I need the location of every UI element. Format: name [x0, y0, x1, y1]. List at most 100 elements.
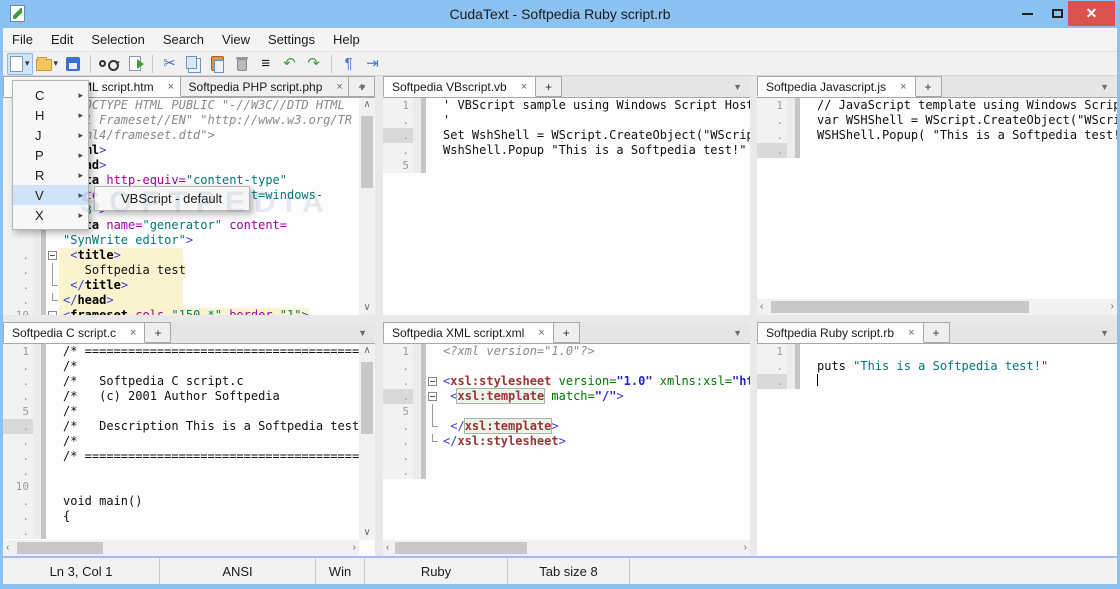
tab-menu-icon[interactable]: ▼: [733, 82, 742, 92]
scroll-right-icon[interactable]: ›: [353, 541, 356, 555]
submenu-arrow-icon: ▸: [78, 130, 83, 141]
code-row: 1' VBScript sample using Windows Script …: [383, 98, 750, 113]
status-cell-4[interactable]: Tab size 8: [508, 558, 630, 584]
hscroll-thumb[interactable]: [17, 542, 103, 554]
new-tab-button[interactable]: +: [145, 322, 171, 343]
scroll-right-icon[interactable]: ›: [744, 541, 747, 555]
scroll-left-icon[interactable]: ‹: [6, 541, 9, 555]
vscroll-thumb[interactable]: [361, 362, 373, 434]
undo-button[interactable]: ↶: [278, 53, 302, 75]
lexer-submenu-item[interactable]: VBScript - default: [94, 186, 250, 211]
code-line: [59, 524, 63, 539]
fold-box-icon[interactable]: [48, 251, 57, 260]
tab-bm[interactable]: Softpedia XML script.xml×: [383, 322, 554, 343]
lexer-menu-item-x[interactable]: X▸: [13, 205, 88, 225]
save-button[interactable]: [61, 53, 85, 75]
tab-tm[interactable]: Softpedia VBscript.vb×: [383, 76, 536, 97]
gutter-bookmark-column: [787, 128, 795, 143]
tab-menu-icon[interactable]: ▼: [358, 82, 367, 92]
new-tab-button[interactable]: +: [554, 322, 580, 343]
tab-bl[interactable]: Softpedia C script.c×: [3, 322, 145, 343]
tab-close-icon[interactable]: ×: [168, 81, 174, 93]
scroll-up-icon[interactable]: ∧: [363, 98, 370, 112]
tab-menu-icon[interactable]: ▼: [733, 328, 742, 338]
tab-br[interactable]: Softpedia Ruby script.rb×: [757, 322, 924, 343]
minimize-button[interactable]: [1012, 1, 1042, 26]
select-all-button[interactable]: ≡: [254, 53, 278, 75]
find-button[interactable]: ▾: [96, 53, 123, 75]
menu-item-edit[interactable]: Edit: [42, 28, 82, 51]
new-tab-button[interactable]: +: [916, 76, 942, 97]
editor-vbscript[interactable]: 1' VBScript sample using Windows Script …: [383, 98, 750, 315]
cut-button[interactable]: ✂: [158, 53, 182, 75]
lexer-menu-item-h[interactable]: H▸: [13, 105, 88, 125]
menu-item-file[interactable]: File: [3, 28, 42, 51]
menu-item-help[interactable]: Help: [324, 28, 369, 51]
open-file-button[interactable]: ▾: [33, 53, 62, 75]
lexer-menu-item-r[interactable]: R▸: [13, 165, 88, 185]
scroll-right-icon[interactable]: ›: [1111, 300, 1114, 314]
paste-button[interactable]: [206, 53, 230, 75]
tab-tr[interactable]: Softpedia Javascript.js×: [757, 76, 916, 97]
scroll-left-icon[interactable]: ‹: [386, 541, 389, 555]
menu-item-selection[interactable]: Selection: [82, 28, 153, 51]
tab-close-icon[interactable]: ×: [521, 81, 527, 93]
editor-javascript[interactable]: 1// JavaScript template using Windows Sc…: [757, 98, 1117, 299]
show-unprinted-button[interactable]: ¶: [337, 53, 361, 75]
horizontal-splitter[interactable]: [3, 315, 1117, 322]
hscrollbar-javascript[interactable]: ‹ ›: [757, 299, 1117, 315]
close-button[interactable]: ✕: [1068, 1, 1115, 26]
code-row: 5: [383, 158, 750, 173]
scroll-down-icon[interactable]: ∨: [363, 301, 370, 315]
menu-item-search[interactable]: Search: [154, 28, 213, 51]
maximize-button[interactable]: [1044, 1, 1070, 26]
status-cell-1[interactable]: ANSI: [160, 558, 316, 584]
lexer-menu-item-v[interactable]: V▸: [13, 185, 88, 205]
hscrollbar-c[interactable]: ‹ ›: [3, 540, 359, 556]
hscroll-thumb[interactable]: [771, 301, 1029, 313]
delete-button[interactable]: [230, 53, 254, 75]
gutter-line-number: .: [3, 248, 33, 263]
code-row: 5/*: [3, 404, 359, 419]
fold-box-icon[interactable]: [428, 392, 437, 401]
status-cell-0[interactable]: Ln 3, Col 1: [3, 558, 160, 584]
scroll-left-icon[interactable]: ‹: [760, 300, 763, 314]
tab-menu-icon[interactable]: ▼: [1100, 328, 1109, 338]
tab-menu-icon[interactable]: ▼: [358, 328, 367, 338]
lexer-menu-item-c[interactable]: C▸: [13, 85, 88, 105]
tab-close-icon[interactable]: ×: [900, 81, 906, 93]
hscrollbar-xml[interactable]: ‹ ›: [383, 540, 750, 556]
wrap-button[interactable]: ⇥: [361, 53, 385, 75]
hscroll-thumb[interactable]: [395, 542, 527, 554]
status-cell-3[interactable]: Ruby: [365, 558, 508, 584]
vscrollbar-html[interactable]: ∧ ∨: [359, 98, 375, 315]
lexer-menu-item-p[interactable]: P▸: [13, 145, 88, 165]
editor-ruby[interactable]: 1.puts "This is a Softpedia test!".: [757, 344, 1117, 556]
editor-c[interactable]: 1/* ====================================…: [3, 344, 359, 540]
tab-tl[interactable]: Softpedia PHP script.php×: [181, 76, 350, 97]
menu-item-settings[interactable]: Settings: [259, 28, 324, 51]
tab-close-icon[interactable]: ×: [130, 327, 136, 339]
new-tab-button[interactable]: +: [924, 322, 950, 343]
vscroll-thumb[interactable]: [361, 116, 373, 188]
gutter-bookmark-column: [33, 479, 41, 494]
menu-item-view[interactable]: View: [213, 28, 259, 51]
fold-box-icon[interactable]: [48, 311, 57, 315]
scroll-up-icon[interactable]: ∧: [363, 344, 370, 358]
status-cell-5[interactable]: [630, 558, 1117, 584]
lexer-menu-item-j[interactable]: J▸: [13, 125, 88, 145]
goto-file-button[interactable]: [123, 53, 147, 75]
status-cell-2[interactable]: Win: [316, 558, 365, 584]
tab-close-icon[interactable]: ×: [908, 327, 914, 339]
scroll-down-icon[interactable]: ∨: [363, 526, 370, 540]
editor-xml[interactable]: 1<?xml version="1.0"?>..<xsl:stylesheet …: [383, 344, 750, 540]
fold-box-icon[interactable]: [428, 377, 437, 386]
copy-button[interactable]: [182, 53, 206, 75]
tab-menu-icon[interactable]: ▼: [1100, 82, 1109, 92]
redo-button[interactable]: ↷: [302, 53, 326, 75]
vscrollbar-c[interactable]: ∧ ∨: [359, 344, 375, 540]
tab-close-icon[interactable]: ×: [538, 327, 544, 339]
new-tab-button[interactable]: +: [536, 76, 562, 97]
new-file-button[interactable]: ▾: [7, 53, 33, 75]
tab-close-icon[interactable]: ×: [336, 81, 342, 93]
